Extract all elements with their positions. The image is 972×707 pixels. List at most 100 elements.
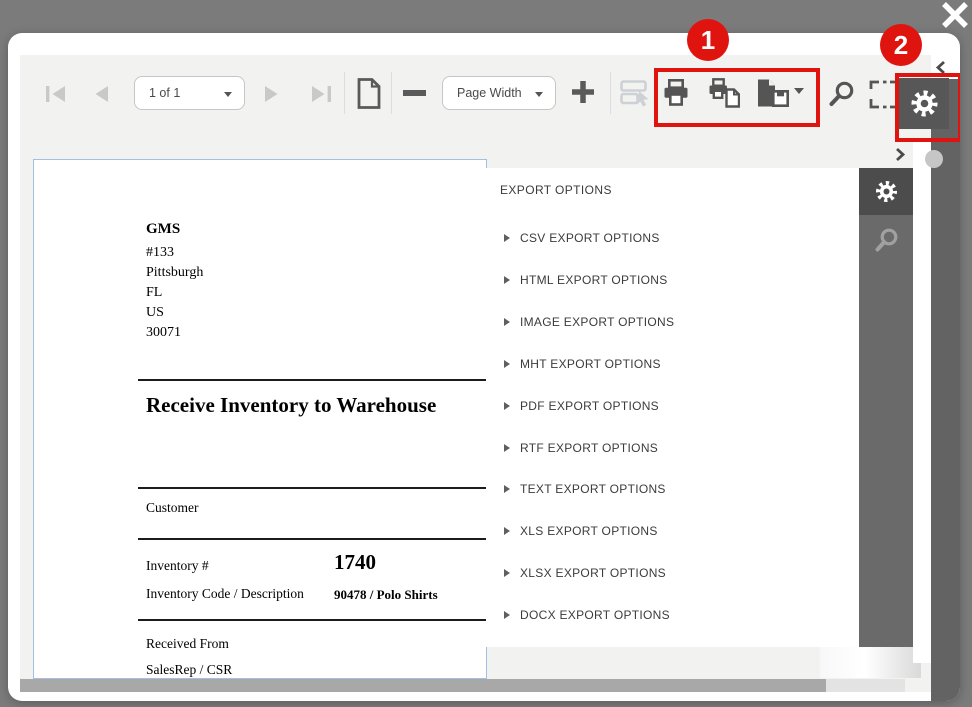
salesrep-label: SalesRep / CSR: [146, 662, 232, 678]
export-option-item[interactable]: TEXT EXPORT OPTIONS: [486, 481, 786, 497]
report-address-line: 30071: [146, 325, 181, 341]
report-page: GMS #133 Pittsburgh FL US 30071 Receive …: [33, 159, 487, 679]
expander-arrow-icon: [504, 402, 510, 410]
gear-icon: [874, 179, 899, 204]
last-page-button[interactable]: [310, 84, 333, 104]
toolbar-separator: [391, 72, 392, 114]
export-option-item[interactable]: XLS EXPORT OPTIONS: [486, 523, 786, 539]
export-option-label: MHT EXPORT OPTIONS: [520, 357, 661, 371]
export-option-item[interactable]: PDF EXPORT OPTIONS: [486, 398, 786, 414]
export-button[interactable]: [756, 78, 789, 108]
annotation-badge-1: 1: [687, 19, 729, 61]
export-option-label: RTF EXPORT OPTIONS: [520, 441, 658, 455]
tab-search[interactable]: [859, 215, 913, 265]
export-option-label: IMAGE EXPORT OPTIONS: [520, 315, 674, 329]
export-option-label: TEXT EXPORT OPTIONS: [520, 482, 666, 496]
received-from-label: Received From: [146, 636, 229, 652]
collapse-toolbar-chevron[interactable]: [935, 60, 947, 80]
search-icon: [827, 80, 856, 109]
search-button[interactable]: [827, 80, 856, 109]
chevron-down-icon: [535, 92, 543, 97]
page-number-value: 1 of 1: [149, 86, 180, 100]
export-option-item[interactable]: XLSX EXPORT OPTIONS: [486, 565, 786, 581]
export-option-item[interactable]: DOCX EXPORT OPTIONS: [486, 607, 786, 623]
panel-tab-strip: [859, 168, 913, 647]
single-page-view-button[interactable]: [355, 77, 383, 110]
horizontal-scrollbar-track[interactable]: [20, 679, 905, 692]
next-page-icon: [263, 84, 280, 104]
export-dropdown-caret-icon[interactable]: [794, 88, 804, 94]
export-option-item[interactable]: IMAGE EXPORT OPTIONS: [486, 314, 786, 330]
previous-page-button[interactable]: [93, 84, 110, 104]
report-address-line: FL: [146, 285, 162, 301]
chevron-down-icon: [224, 92, 232, 97]
plus-icon: [571, 80, 595, 104]
first-page-icon: [44, 84, 67, 104]
inventory-code-label: Inventory Code / Description: [146, 586, 304, 602]
expander-arrow-icon: [504, 569, 510, 577]
close-icon[interactable]: [941, 2, 969, 28]
report-title: Receive Inventory to Warehouse: [146, 393, 436, 418]
minus-icon: [402, 89, 427, 97]
export-option-item[interactable]: MHT EXPORT OPTIONS: [486, 356, 786, 372]
page-number-select[interactable]: 1 of 1: [134, 76, 245, 110]
expander-arrow-icon: [504, 360, 510, 368]
export-option-label: CSV EXPORT OPTIONS: [520, 231, 660, 245]
highlight-fields-icon: [620, 80, 651, 107]
zoom-level-select[interactable]: Page Width: [442, 76, 556, 110]
divider: [138, 379, 487, 381]
fullscreen-icon: [869, 80, 900, 109]
export-document-icon: [756, 78, 789, 108]
report-viewer-dialog: 1 of 1 Page Width: [8, 33, 960, 701]
panel-shadow: [820, 647, 921, 678]
zoom-level-value: Page Width: [457, 86, 522, 100]
zoom-out-button[interactable]: [402, 89, 427, 97]
print-page-icon: [709, 78, 740, 108]
vertical-scrollbar-track[interactable]: [913, 139, 931, 663]
search-icon: [873, 227, 900, 254]
first-page-button[interactable]: [44, 84, 67, 104]
report-address-line: Pittsburgh: [146, 265, 203, 281]
chevron-left-icon: [935, 60, 947, 75]
tab-settings[interactable]: [859, 168, 913, 215]
gear-icon: [909, 88, 940, 119]
divider: [138, 487, 487, 489]
print-page-button[interactable]: [709, 78, 740, 108]
export-option-label: XLSX EXPORT OPTIONS: [520, 566, 666, 580]
report-company: GMS: [146, 221, 180, 238]
next-page-button[interactable]: [263, 84, 280, 104]
expander-arrow-icon: [504, 318, 510, 326]
expander-arrow-icon: [504, 234, 510, 242]
screen: 1 of 1 Page Width: [0, 0, 972, 707]
report-address-line: US: [146, 305, 164, 321]
print-icon: [662, 78, 690, 108]
last-page-icon: [310, 84, 333, 104]
fullscreen-button[interactable]: [869, 80, 900, 109]
zoom-in-button[interactable]: [571, 80, 595, 104]
export-option-label: PDF EXPORT OPTIONS: [520, 399, 659, 413]
expander-arrow-icon: [504, 527, 510, 535]
annotation-badge-2: 2: [880, 24, 922, 66]
inventory-number-value: 1740: [334, 550, 376, 575]
settings-button[interactable]: [899, 78, 949, 129]
vertical-scrollbar-thumb[interactable]: [925, 150, 943, 168]
export-option-label: XLS EXPORT OPTIONS: [520, 524, 658, 538]
export-option-label: DOCX EXPORT OPTIONS: [520, 608, 670, 622]
highlight-editing-fields-button: [620, 80, 651, 107]
export-options-panel: EXPORT OPTIONS CSV EXPORT OPTIONS HTML E…: [486, 168, 913, 647]
export-option-item[interactable]: CSV EXPORT OPTIONS: [486, 230, 786, 246]
export-option-item[interactable]: RTF EXPORT OPTIONS: [486, 440, 786, 456]
horizontal-scrollbar-thumb[interactable]: [20, 679, 826, 692]
report-address-line: #133: [146, 245, 174, 261]
print-button[interactable]: [662, 78, 690, 108]
export-options-title: EXPORT OPTIONS: [500, 183, 612, 197]
expander-arrow-icon: [504, 276, 510, 284]
collapse-panel-chevron[interactable]: [894, 147, 906, 167]
page-icon: [355, 77, 383, 110]
customer-label: Customer: [146, 500, 199, 516]
expander-arrow-icon: [504, 611, 510, 619]
inventory-number-label: Inventory #: [146, 558, 209, 574]
chevron-right-icon: [894, 147, 906, 162]
divider: [138, 538, 487, 540]
export-option-item[interactable]: HTML EXPORT OPTIONS: [486, 272, 786, 288]
